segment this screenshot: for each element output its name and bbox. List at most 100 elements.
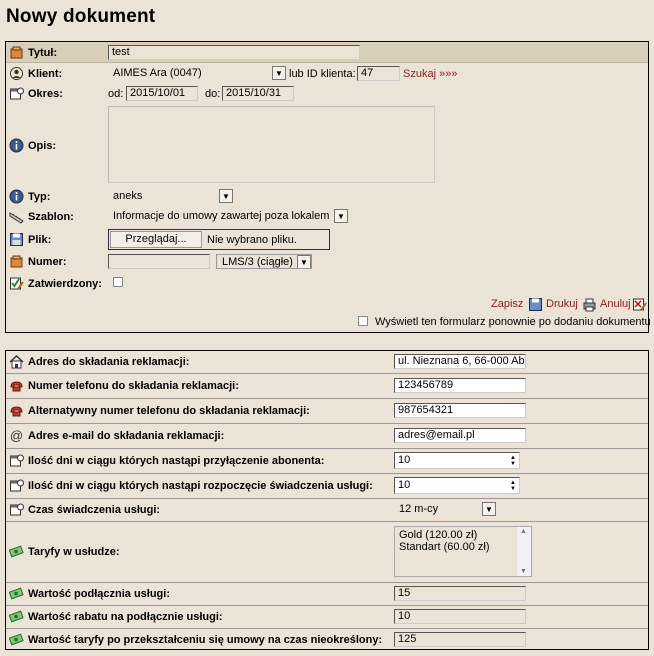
file-status: Nie wybrano pliku. (207, 234, 297, 246)
scroll-down-icon[interactable]: ▼ (520, 568, 527, 575)
print-link[interactable]: Drukuj (546, 298, 578, 310)
save-link[interactable]: Zapisz (491, 298, 523, 310)
connection-days-label: Ilość dni w ciągu których nastąpi przyłą… (28, 455, 325, 467)
title-input[interactable]: test (108, 45, 360, 60)
email-row: @ Adres e-mail do składania reklamacji: … (6, 424, 648, 448)
period-from-label: od: (108, 88, 124, 100)
discount-label: Wartość rabatu na podłącznie usługi: (28, 611, 223, 623)
info-icon (9, 189, 24, 204)
type-label: Typ: (28, 191, 51, 203)
stepper-arrows-icon[interactable]: ▲ ▼ (507, 478, 519, 493)
chevron-down-icon: ▼ (482, 502, 496, 516)
cancel-link[interactable]: Anuluj (600, 298, 631, 310)
alt-phone-label: Alternatywny numer telefonu do składania… (28, 405, 310, 417)
type-select-value: aneks (113, 190, 143, 202)
home-icon (9, 354, 24, 369)
number-label: Numer: (28, 256, 67, 268)
service-period-select-value: 12 m-cy (399, 503, 439, 515)
calendar-clock-icon (9, 478, 24, 493)
template-select-value: Informacje do umowy zawartej poza lokale… (113, 210, 330, 222)
browse-button[interactable]: Przeglądaj... (110, 231, 202, 248)
money-icon (9, 586, 24, 601)
approved-row: Zatwierdzony: (6, 275, 648, 293)
approved-label: Zatwierdzony: (28, 278, 102, 290)
period-to-input[interactable]: 2015/10/31 (222, 86, 294, 101)
info-icon (9, 138, 24, 153)
template-select[interactable]: Informacje do umowy zawartej poza lokale… (108, 209, 348, 224)
address-input[interactable]: ul. Nieznana 6, 66-000 Abc (394, 354, 526, 369)
stepper-arrows-icon[interactable]: ▲ ▼ (507, 453, 519, 468)
tariffs-listbox[interactable]: Gold (120.00 zł) Standart (60.00 zł) ▲ ▼ (394, 526, 532, 577)
printer-icon[interactable] (582, 297, 597, 312)
floppy-disk-icon (9, 232, 24, 247)
chevron-down-icon: ▼ (272, 66, 286, 80)
template-label: Szablon: (28, 211, 74, 223)
start-days-value: 10 (398, 479, 411, 491)
title-label: Tytuł: (28, 47, 58, 59)
alt-phone-input[interactable]: 987654321 (394, 403, 526, 418)
discount-row: Wartość rabatu na podłącznie usługi: 10 (6, 606, 648, 628)
address-row: Adres do składania reklamacji: ul. Niezn… (6, 351, 648, 373)
phone-icon (9, 403, 24, 418)
client-label: Klient: (28, 68, 63, 80)
discount-input[interactable]: 10 (394, 609, 526, 624)
calendar-clock-icon (9, 86, 24, 101)
approved-checkbox[interactable] (113, 277, 123, 287)
package-icon (9, 45, 24, 60)
connection-days-value: 10 (398, 454, 411, 466)
phone-icon (9, 378, 24, 393)
phone-row: Numer telefonu do składania reklamacji: … (6, 374, 648, 398)
redisplay-checkbox[interactable] (358, 316, 368, 326)
connection-value-input[interactable]: 15 (394, 586, 526, 601)
service-period-row: Czas świadczenia usługi: 12 m-cy ▼ (6, 499, 648, 521)
cancel-edit-icon[interactable] (632, 297, 647, 312)
redisplay-row: Wyświetl ten formularz ponownie po dodan… (6, 314, 651, 330)
file-input[interactable]: Przeglądaj... Nie wybrano pliku. (108, 229, 330, 250)
period-to-label: do: (205, 88, 221, 100)
tariffs-row: Taryfy w usłudze: Gold (120.00 zł) Stand… (6, 522, 648, 582)
email-input[interactable]: adres@email.pl (394, 428, 526, 443)
title-row: Tytuł: test (6, 45, 648, 61)
number-row: Numer: LMS/3 (ciągłe) ▼ (6, 253, 648, 271)
package-icon (9, 254, 24, 269)
number-plan-select[interactable]: LMS/3 (ciągłe) ▼ (216, 254, 312, 269)
client-select[interactable]: AIMES Ara (0047) ▼ (108, 66, 286, 81)
search-client-link[interactable]: Szukaj »»» (403, 68, 457, 80)
complaint-details-panel: Adres do składania reklamacji: ul. Niezn… (5, 350, 649, 650)
number-input[interactable] (108, 254, 210, 269)
money-icon (9, 632, 24, 647)
tariffs-scrollbar[interactable]: ▲ ▼ (516, 527, 531, 576)
connection-days-input[interactable]: 10 ▲ ▼ (394, 452, 520, 469)
template-row: Szablon: Informacje do umowy zawartej po… (6, 208, 648, 226)
tariff-after-input[interactable]: 125 (394, 632, 526, 647)
save-icon[interactable] (528, 297, 543, 312)
start-days-label: Ilość dni w ciągu których nastąpi rozpoc… (28, 480, 373, 492)
tariff-option[interactable]: Gold (120.00 zł) (399, 529, 477, 541)
user-card-icon (9, 66, 24, 81)
tariff-after-row: Wartość taryfy po przekształceniu się um… (6, 629, 648, 650)
at-sign-icon: @ (9, 428, 24, 443)
tariff-option[interactable]: Standart (60.00 zł) (399, 541, 490, 553)
phone-input[interactable]: 123456789 (394, 378, 526, 393)
client-select-value: AIMES Ara (0047) (113, 67, 202, 79)
period-row: Okres: od: 2015/10/01 do: 2015/10/31 (6, 85, 648, 103)
type-select[interactable]: aneks ▼ (108, 189, 233, 204)
money-icon (9, 544, 24, 559)
email-label: Adres e-mail do składania reklamacji: (28, 430, 225, 442)
file-row: Plik: Przeglądaj... Nie wybrano pliku. (6, 229, 648, 251)
period-label: Okres: (28, 88, 63, 100)
file-label: Plik: (28, 234, 52, 246)
scroll-up-icon[interactable]: ▲ (520, 528, 527, 535)
service-period-label: Czas świadczenia usługi: (28, 504, 161, 516)
description-label: Opis: (28, 140, 57, 152)
start-days-input[interactable]: 10 ▲ ▼ (394, 477, 520, 494)
document-form-panel: Tytuł: test Klient: AIMES Ara (0047) ▼ l… (5, 41, 651, 333)
service-period-select[interactable]: 12 m-cy ▼ (394, 502, 496, 517)
description-textarea[interactable] (108, 106, 435, 183)
tariff-after-label: Wartość taryfy po przekształceniu się um… (28, 634, 383, 646)
money-icon (9, 609, 24, 624)
client-id-input[interactable]: 47 (357, 66, 400, 81)
connection-value-label: Wartość podłącznia usługi: (28, 588, 170, 600)
period-from-input[interactable]: 2015/10/01 (126, 86, 198, 101)
address-label: Adres do składania reklamacji: (28, 356, 190, 368)
